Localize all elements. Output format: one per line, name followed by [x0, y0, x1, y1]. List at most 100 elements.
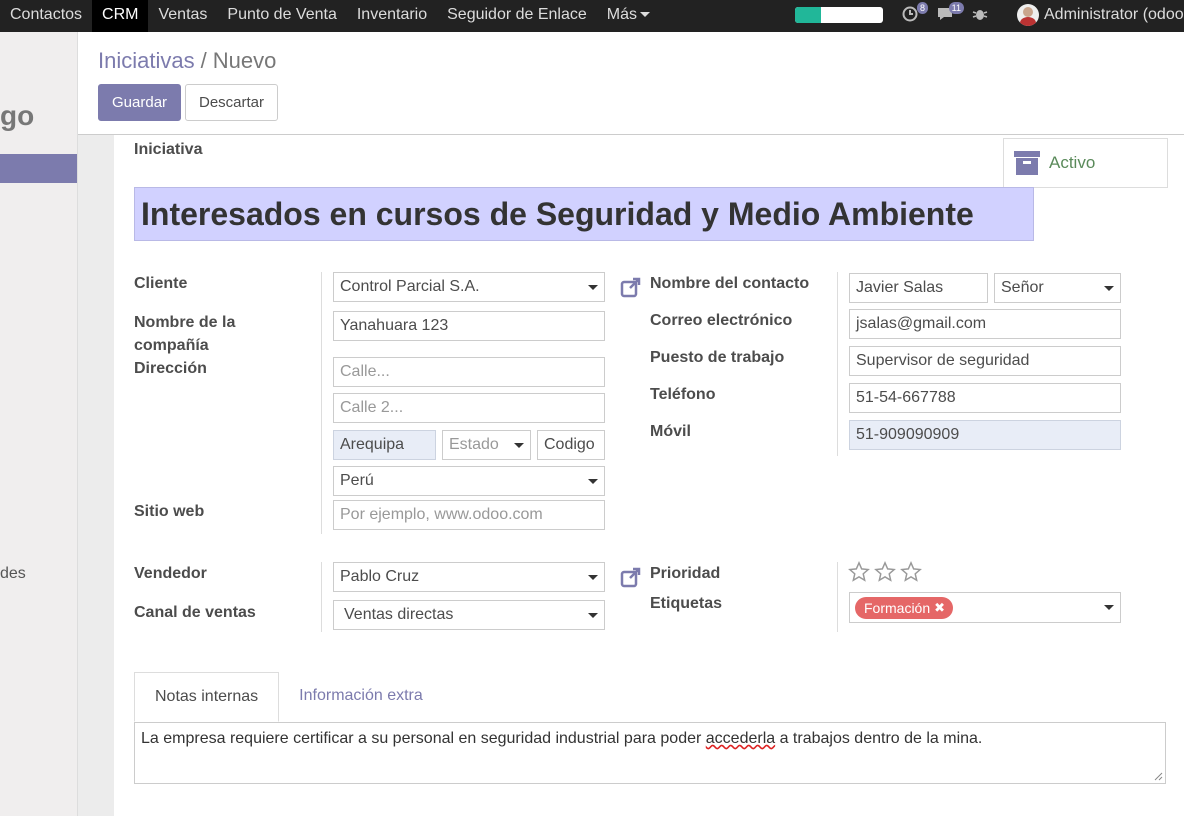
save-button[interactable]: Guardar [98, 84, 182, 121]
canal-value: Ventas directas [344, 606, 454, 623]
calle2-input[interactable]: Calle 2... [333, 393, 605, 423]
lead-header-label: Iniciativa [134, 141, 203, 158]
company-logo: go [0, 100, 35, 131]
column-divider [321, 272, 322, 534]
tag-label: Formación [864, 600, 931, 616]
notes-text-end: a trabajos dentro de la mina. [775, 730, 983, 747]
lead-title-input[interactable]: Interesados en cursos de Seguridad y Med… [134, 187, 1034, 241]
vendedor-select[interactable]: Pablo Cruz [333, 562, 605, 592]
debug-bug-icon[interactable] [972, 6, 988, 26]
archive-box-icon [1014, 151, 1040, 175]
codigo-postal-input[interactable]: Codigo [537, 430, 605, 460]
column-divider [321, 562, 322, 632]
telefono-input[interactable]: 51-54-667788 [849, 383, 1121, 413]
pais-select[interactable]: Perú [333, 466, 605, 496]
estado-placeholder: Estado [449, 436, 499, 453]
sitio-web-label: Sitio web [134, 503, 205, 520]
onboarding-progress-bar[interactable] [795, 7, 883, 23]
breadcrumb: Iniciativas / Nuevo [98, 48, 276, 74]
telefono-label: Teléfono [650, 386, 716, 403]
notebook-tabs: Notas internas Información extra [134, 672, 443, 722]
menu-ventas[interactable]: Ventas [148, 0, 217, 32]
cliente-label: Cliente [134, 275, 188, 292]
menu-contactos[interactable]: Contactos [0, 0, 92, 32]
notes-text-start: La empresa requiere certificar a su pers… [141, 730, 706, 747]
tab-notas-internas[interactable]: Notas internas [134, 672, 280, 722]
cliente-value: Control Parcial S.A. [340, 278, 480, 295]
calle-input[interactable]: Calle... [333, 357, 605, 387]
top-navbar: Contactos CRM Ventas Punto de Venta Inve… [0, 0, 1184, 32]
active-toggle-button[interactable]: Activo [1003, 138, 1168, 188]
sitio-web-input[interactable]: Por ejemplo, www.odoo.com [333, 500, 605, 530]
main-menu: Contactos CRM Ventas Punto de Venta Inve… [0, 0, 660, 32]
movil-label: Móvil [650, 423, 691, 440]
compania-input[interactable]: Yanahuara 123 [333, 311, 605, 341]
canal-label: Canal de ventas [134, 604, 256, 621]
user-menu[interactable]: Administrator (odoo [1017, 4, 1184, 26]
contacto-input[interactable]: Javier Salas [849, 273, 988, 303]
cliente-select[interactable]: Control Parcial S.A. [333, 272, 605, 302]
puesto-input[interactable]: Supervisor de seguridad [849, 346, 1121, 376]
dropdown-arrow-icon [1104, 286, 1114, 291]
titulo-select[interactable]: Señor [994, 273, 1121, 303]
tag-badge: Formación ✖ [855, 597, 954, 619]
progress-fill [795, 7, 822, 23]
star-icon[interactable] [874, 561, 896, 583]
resize-handle-icon[interactable] [1153, 771, 1163, 781]
titulo-value: Señor [1001, 279, 1044, 296]
vendedor-value: Pablo Cruz [340, 568, 420, 585]
active-status-label: Activo [1049, 153, 1096, 172]
activities-icon[interactable]: 8 [902, 2, 928, 26]
compania-label-line1: Nombre de la [134, 314, 236, 331]
menu-mas-label: Más [606, 6, 638, 23]
internal-notes-textarea[interactable]: La empresa requiere certificar a su pers… [134, 722, 1166, 784]
menu-mas[interactable]: Más [597, 0, 660, 32]
avatar [1017, 4, 1039, 26]
tab-informacion-extra[interactable]: Información extra [279, 672, 443, 722]
column-divider [837, 562, 838, 632]
menu-inventario[interactable]: Inventario [347, 0, 437, 32]
star-icon[interactable] [848, 561, 870, 583]
sidebar-item-label[interactable]: des [0, 565, 26, 583]
breadcrumb-current: Nuevo [212, 48, 277, 73]
messages-icon[interactable]: 11 [936, 2, 964, 26]
control-panel: Iniciativas / Nuevo Guardar Descartar [78, 32, 1184, 135]
star-icon[interactable] [900, 561, 922, 583]
movil-input[interactable]: 51-909090909 [849, 420, 1121, 450]
prioridad-label: Prioridad [650, 565, 721, 582]
breadcrumb-separator: / [200, 48, 207, 73]
priority-stars [848, 561, 926, 583]
ciudad-input[interactable]: Arequipa [333, 430, 436, 460]
column-divider [837, 272, 838, 456]
puesto-label: Puesto de trabajo [650, 349, 785, 366]
breadcrumb-parent-link[interactable]: Iniciativas [98, 48, 195, 73]
compania-label-line2: compañía [134, 337, 209, 354]
sidebar-active-item[interactable] [0, 154, 77, 183]
sheet-background [78, 135, 114, 816]
menu-punto-de-venta[interactable]: Punto de Venta [217, 0, 346, 32]
caret-down-icon [640, 12, 651, 18]
external-link-icon[interactable] [620, 566, 642, 588]
pais-value: Perú [340, 472, 374, 489]
dropdown-arrow-icon [588, 575, 598, 580]
menu-seguidor-de-enlace[interactable]: Seguidor de Enlace [437, 0, 597, 32]
form-sheet: Iniciativa Activo Interesados en cursos … [114, 135, 1184, 816]
app-sidebar: go [0, 32, 78, 816]
menu-crm[interactable]: CRM [92, 0, 149, 32]
vendedor-label: Vendedor [134, 565, 207, 582]
estado-select[interactable]: Estado [442, 430, 531, 460]
messages-count-badge: 11 [948, 2, 964, 14]
remove-tag-icon[interactable]: ✖ [934, 597, 945, 619]
canal-select[interactable]: Ventas directas [333, 600, 605, 630]
dropdown-arrow-icon [588, 285, 598, 290]
email-field[interactable]: jsalas@gmail.com [849, 309, 1121, 339]
dropdown-arrow-icon [588, 613, 598, 618]
dropdown-arrow-icon [1104, 605, 1114, 610]
discard-button[interactable]: Descartar [185, 84, 279, 121]
dropdown-arrow-icon [514, 443, 524, 448]
etiquetas-label: Etiquetas [650, 595, 723, 612]
user-name: Administrator (odoo [1044, 6, 1184, 23]
external-link-icon[interactable] [620, 276, 642, 298]
direccion-label: Dirección [134, 360, 207, 377]
contacto-label: Nombre del contacto [650, 275, 810, 292]
